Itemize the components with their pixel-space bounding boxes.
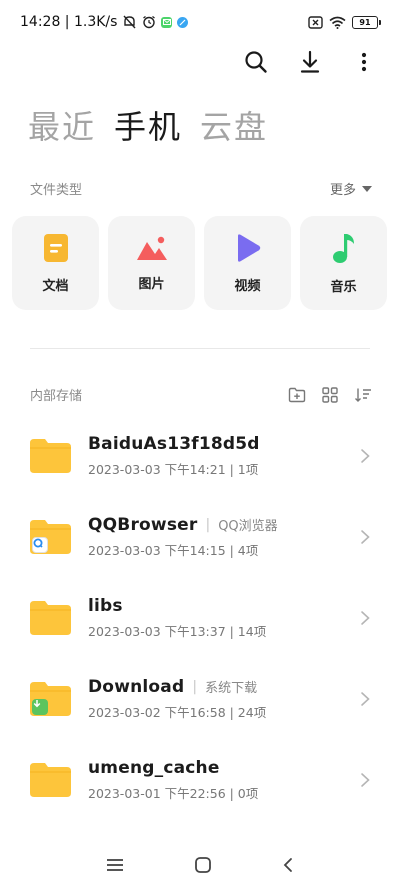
status-left: 14:28 | 1.3K/s	[20, 14, 189, 30]
file-info: umeng_cache 2023-03-01 下午22:56 | 0项	[88, 758, 358, 802]
more-file-types-button[interactable]: 更多	[330, 179, 372, 198]
file-meta: 2023-03-02 下午16:58 | 24项	[88, 704, 267, 720]
file-type-label: 图片	[138, 276, 165, 292]
grid-view-icon[interactable]	[322, 386, 338, 403]
more-vertical-icon	[361, 52, 367, 72]
folder-icon	[30, 600, 71, 635]
tab-cloud[interactable]: 云盘	[200, 102, 268, 148]
download-button[interactable]	[296, 48, 324, 76]
more-options-button[interactable]	[350, 48, 378, 76]
file-meta: 2023-03-03 下午14:21 | 1项	[88, 461, 259, 477]
browser-app-icon	[177, 16, 189, 28]
tab-phone[interactable]: 手机	[114, 102, 182, 148]
no-sim-icon	[308, 15, 323, 29]
storage-heading: 内部存储	[30, 389, 83, 404]
alias-separator: |	[192, 678, 198, 695]
file-alias: 系统下载	[205, 681, 258, 696]
file-meta: 2023-03-01 下午22:56 | 0项	[88, 785, 259, 801]
file-list: BaiduAs13f18d5d 2023-03-03 下午14:21 | 1项 …	[0, 415, 400, 820]
system-nav-bar	[0, 851, 400, 879]
status-bar: 14:28 | 1.3K/s 91	[0, 0, 400, 44]
file-info: libs 2023-03-03 下午13:37 | 14项	[88, 596, 358, 640]
qqbrowser-badge-icon	[32, 536, 48, 553]
chevron-right-icon	[361, 529, 370, 544]
mute-icon	[122, 15, 137, 29]
file-type-label: 视频	[234, 278, 261, 294]
tab-recent[interactable]: 最近	[28, 102, 96, 148]
location-tabs: 最近 手机 云盘	[28, 102, 268, 148]
chevron-right-icon	[361, 772, 370, 787]
file-name: BaiduAs13f18d5d	[88, 433, 260, 454]
storage-header: 内部存储	[30, 385, 372, 404]
battery-indicator: 91	[352, 15, 381, 29]
status-time-speed: 14:28 | 1.3K/s	[20, 14, 118, 30]
file-name: QQBrowser	[88, 514, 198, 535]
chevron-right-icon	[361, 691, 370, 706]
file-type-documents[interactable]: 文档	[12, 216, 99, 310]
file-row-baiduas[interactable]: BaiduAs13f18d5d 2023-03-03 下午14:21 | 1项	[0, 415, 400, 496]
wifi-icon	[329, 16, 346, 29]
dropdown-arrow-icon	[362, 185, 372, 192]
file-row-umeng-cache[interactable]: umeng_cache 2023-03-01 下午22:56 | 0项	[0, 739, 400, 820]
video-play-icon	[237, 233, 260, 262]
file-type-grid: 文档 图片 视频 音乐	[12, 216, 387, 310]
file-type-videos[interactable]: 视频	[204, 216, 291, 310]
folder-icon	[30, 519, 71, 554]
file-name: Download	[88, 676, 185, 697]
back-icon[interactable]	[282, 857, 294, 873]
file-type-label: 文档	[42, 278, 69, 294]
image-icon	[136, 236, 167, 260]
sort-icon[interactable]	[354, 387, 372, 403]
storage-tools	[288, 386, 372, 403]
file-types-heading: 文件类型	[30, 183, 83, 198]
new-folder-icon[interactable]	[288, 387, 306, 403]
top-toolbar	[242, 48, 378, 76]
chevron-right-icon	[361, 610, 370, 625]
section-divider	[30, 348, 370, 349]
file-alias: QQ浏览器	[218, 519, 278, 534]
download-badge-icon	[32, 698, 48, 715]
file-types-header: 文件类型 更多	[30, 179, 372, 198]
file-info: BaiduAs13f18d5d 2023-03-03 下午14:21 | 1项	[88, 434, 358, 478]
file-name: umeng_cache	[88, 757, 220, 778]
folder-icon	[30, 438, 71, 473]
status-right: 91	[308, 15, 381, 29]
menu-icon[interactable]	[106, 858, 124, 872]
home-icon[interactable]	[194, 856, 212, 874]
file-type-music[interactable]: 音乐	[300, 216, 387, 310]
search-button[interactable]	[242, 48, 270, 76]
more-label: 更多	[329, 183, 356, 198]
file-row-libs[interactable]: libs 2023-03-03 下午13:37 | 14项	[0, 577, 400, 658]
alias-separator: |	[205, 516, 211, 533]
file-type-images[interactable]: 图片	[108, 216, 195, 310]
search-icon	[245, 51, 267, 73]
message-app-icon	[161, 16, 173, 28]
music-note-icon	[332, 233, 354, 263]
file-meta: 2023-03-03 下午14:15 | 4项	[88, 542, 259, 558]
folder-icon	[30, 762, 71, 797]
file-type-label: 音乐	[330, 279, 357, 295]
download-icon	[300, 50, 320, 73]
alarm-icon	[142, 15, 156, 29]
document-icon	[43, 233, 68, 262]
file-info: QQBrowser | QQ浏览器 2023-03-03 下午14:15 | 4…	[88, 515, 358, 559]
file-name: libs	[88, 595, 123, 616]
file-meta: 2023-03-03 下午13:37 | 14项	[88, 623, 267, 639]
file-info: Download | 系统下载 2023-03-02 下午16:58 | 24项	[88, 677, 358, 721]
folder-icon	[30, 681, 71, 716]
file-row-qqbrowser[interactable]: QQBrowser | QQ浏览器 2023-03-03 下午14:15 | 4…	[0, 496, 400, 577]
file-row-download[interactable]: Download | 系统下载 2023-03-02 下午16:58 | 24项	[0, 658, 400, 739]
chevron-right-icon	[361, 448, 370, 463]
